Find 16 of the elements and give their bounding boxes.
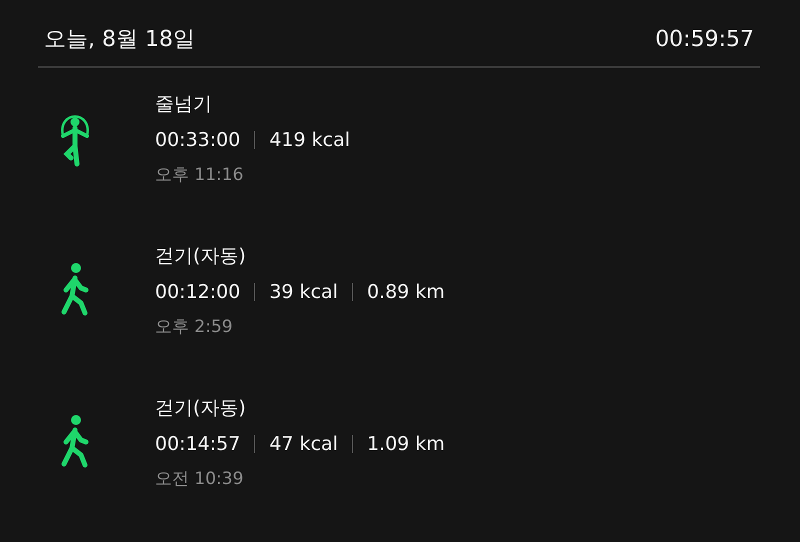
activity-stat: 47 kcal xyxy=(269,432,338,454)
activity-time: 오후 2:59 xyxy=(155,316,234,338)
activity-stat: 00:14:57 xyxy=(155,432,240,454)
activity-name: 걷기(자동) xyxy=(155,396,247,420)
activity-name: 걷기(자동) xyxy=(155,244,247,268)
total-duration: 00:59:57 xyxy=(655,26,754,52)
activity-name: 줄넘기 xyxy=(155,92,213,116)
date-heading: 오늘, 8월 18일 xyxy=(44,26,195,54)
activity-stat: 00:12:00 xyxy=(155,280,240,302)
activity-stat: 00:33:00 xyxy=(155,128,240,150)
activity-stat: 419 kcal xyxy=(269,128,350,150)
activity-stat: 39 kcal xyxy=(269,280,338,302)
activity-time: 오전 10:39 xyxy=(155,468,244,490)
activity-stat: 0.89 km xyxy=(366,280,445,302)
activity-time: 오후 11:16 xyxy=(155,164,244,186)
activity-stat: 1.09 km xyxy=(366,432,445,454)
